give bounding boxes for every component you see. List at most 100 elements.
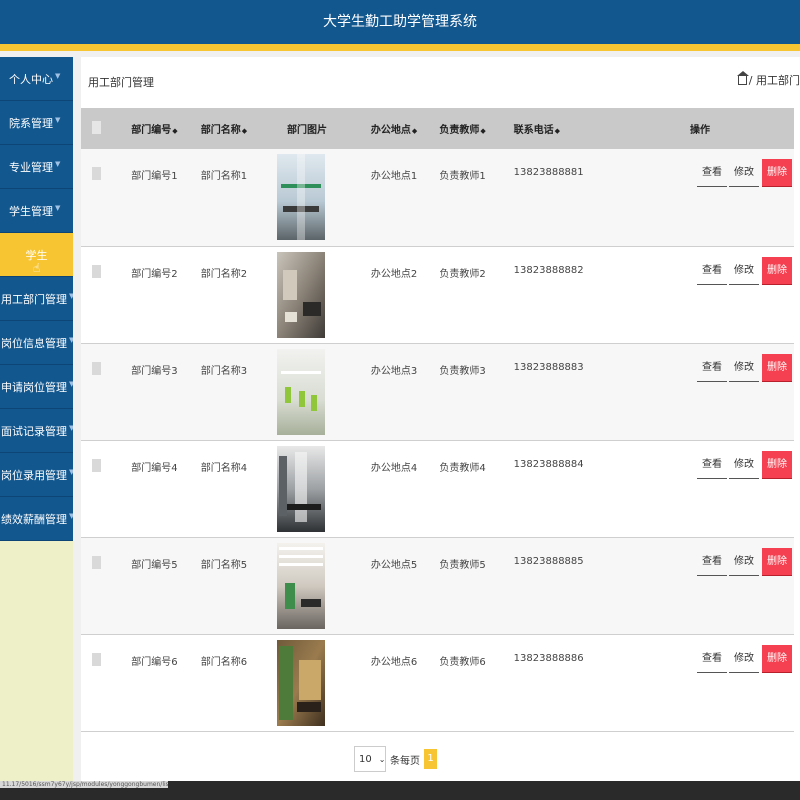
- main-content: 用工部门管理 / 用工部门 部门编号◆ 部门名称◆ 部门图片 办公地点◆ 负责教…: [81, 57, 800, 782]
- sort-icon[interactable]: ◆: [412, 127, 417, 135]
- header-teacher[interactable]: 负责教师◆: [439, 108, 513, 149]
- delete-button[interactable]: 删除: [762, 353, 792, 382]
- cell-teacher: 负责教师4: [439, 462, 486, 474]
- sidebar-item-label: 院系管理: [9, 116, 53, 130]
- delete-button[interactable]: 删除: [762, 644, 792, 673]
- sidebar-item-student[interactable]: 学生 ☝: [0, 233, 73, 277]
- caret-down-icon: ▼: [69, 468, 73, 476]
- row-checkbox[interactable]: [92, 361, 101, 375]
- edit-button[interactable]: 修改: [729, 451, 759, 479]
- cell-ops: 查看 修改 删除: [613, 537, 794, 634]
- page-title: 用工部门管理: [88, 76, 154, 89]
- sidebar-item-job-application[interactable]: 申请岗位管理▼: [0, 365, 73, 409]
- caret-down-icon: ▼: [69, 380, 73, 388]
- cell-dept-name: 部门名称3: [200, 365, 248, 377]
- view-button[interactable]: 查看: [697, 257, 727, 285]
- cell-ops: 查看 修改 删除: [613, 634, 794, 731]
- caret-down-icon: ▼: [69, 424, 73, 432]
- table-row: 部门编号5 部门名称5 办公地点5 负责教师5 13823888885 查看 修改 删除: [81, 537, 794, 634]
- app-title: 大学生勤工助学管理系统: [323, 14, 477, 30]
- delete-button[interactable]: 删除: [762, 256, 792, 285]
- edit-button[interactable]: 修改: [729, 257, 759, 285]
- status-url: 11.17/5016/ssm7y67y/jsp/modules/yonggong…: [0, 781, 168, 788]
- view-button[interactable]: 查看: [697, 645, 727, 673]
- sort-icon[interactable]: ◆: [242, 127, 247, 135]
- header-ops: 操作: [613, 108, 794, 149]
- cell-ops: 查看 修改 删除: [613, 440, 794, 537]
- view-button[interactable]: 查看: [697, 159, 727, 187]
- edit-button[interactable]: 修改: [729, 159, 759, 187]
- table-row: 部门编号3 部门名称3 办公地点3 负责教师3 13823888883 查看 修改 删除: [81, 343, 794, 440]
- row-select-cell: [81, 634, 131, 731]
- row-checkbox[interactable]: [92, 264, 101, 278]
- sidebar-item-label: 学生管理: [9, 204, 53, 218]
- sidebar-item-label: 面试记录管理: [1, 424, 67, 438]
- delete-button[interactable]: 删除: [762, 450, 792, 479]
- cell-phone: 13823888882: [513, 264, 584, 276]
- row-checkbox[interactable]: [92, 652, 101, 666]
- cell-dept-id: 部门编号3: [131, 365, 178, 377]
- home-icon[interactable]: [736, 71, 749, 85]
- delete-button[interactable]: 删除: [762, 159, 792, 187]
- header-label: 部门图片: [286, 125, 327, 136]
- sort-icon[interactable]: ◆: [480, 127, 485, 135]
- table-row: 部门编号4 部门名称4 办公地点4 负责教师4 13823888884 查看 修改 删除: [81, 440, 794, 537]
- row-checkbox[interactable]: [92, 555, 101, 569]
- department-photo: [276, 348, 325, 435]
- caret-down-icon: ▼: [69, 292, 73, 300]
- sidebar-item-department[interactable]: 院系管理 ▼: [0, 101, 73, 145]
- sidebar-item-job-info[interactable]: 岗位信息管理▼: [0, 321, 73, 365]
- cell-dept-name: 部门名称1: [200, 171, 248, 182]
- cell-office: 办公地点1: [370, 171, 418, 182]
- header-select-all[interactable]: [81, 108, 131, 149]
- delete-button[interactable]: 删除: [762, 547, 792, 576]
- header-dept-image: 部门图片: [277, 108, 371, 149]
- header-phone[interactable]: 联系电话◆: [514, 108, 613, 149]
- header-label: 部门编号: [131, 125, 172, 136]
- select-all-checkbox[interactable]: [92, 120, 101, 134]
- view-button[interactable]: 查看: [697, 451, 727, 479]
- sidebar-item-student-management[interactable]: 学生管理 ▼: [0, 189, 73, 233]
- page-number-current[interactable]: 1: [424, 749, 437, 769]
- per-page-label: 条每页: [390, 755, 420, 767]
- page-size-select[interactable]: 10 ⌄: [354, 746, 386, 772]
- row-select-cell: [81, 343, 131, 440]
- sidebar-item-job-hiring[interactable]: 岗位录用管理▼: [0, 453, 73, 497]
- sidebar-item-personal-center[interactable]: 个人中心 ▼: [0, 57, 73, 101]
- edit-button[interactable]: 修改: [729, 354, 759, 382]
- table-row: 部门编号2 部门名称2 办公地点2 负责教师2 13823888882 查看 修改 删除: [81, 246, 794, 343]
- caret-down-icon: ▼: [55, 159, 61, 168]
- cell-phone: 13823888883: [513, 361, 584, 373]
- header-dept-id[interactable]: 部门编号◆: [131, 108, 200, 149]
- cell-dept-id: 部门编号5: [131, 559, 178, 571]
- sidebar-item-employer-dept[interactable]: 用工部门管理▼: [0, 277, 73, 321]
- sort-icon[interactable]: ◆: [555, 127, 560, 135]
- header-label: 操作: [690, 125, 710, 136]
- sidebar-item-interview-record[interactable]: 面试记录管理▼: [0, 409, 73, 453]
- cell-dept-image: [276, 246, 371, 343]
- top-header: 大学生勤工助学管理系统: [0, 0, 800, 44]
- cell-dept-image: [276, 149, 371, 246]
- row-checkbox[interactable]: [92, 458, 101, 472]
- cell-dept-image: [276, 537, 371, 634]
- sidebar-item-label: 申请岗位管理: [1, 380, 67, 394]
- sidebar-item-label: 专业管理: [9, 160, 53, 174]
- row-select-cell: [81, 440, 131, 537]
- view-button[interactable]: 查看: [697, 354, 727, 382]
- view-button[interactable]: 查看: [697, 548, 727, 576]
- sidebar-item-major[interactable]: 专业管理 ▼: [0, 145, 73, 189]
- sidebar-item-performance-salary[interactable]: 绩效薪酬管理▼: [0, 497, 73, 541]
- department-photo: [276, 445, 325, 532]
- header-dept-name[interactable]: 部门名称◆: [201, 108, 277, 149]
- cell-ops: 查看 修改 删除: [613, 149, 794, 246]
- sort-icon[interactable]: ◆: [172, 127, 177, 135]
- header-office[interactable]: 办公地点◆: [371, 108, 439, 149]
- edit-button[interactable]: 修改: [729, 548, 759, 576]
- table-row: 部门编号6 部门名称6 办公地点6 负责教师6 13823888886 查看 修改 删除: [81, 634, 794, 731]
- cell-phone: 13823888886: [513, 652, 584, 664]
- cell-dept-name: 部门名称6: [200, 656, 248, 668]
- edit-button[interactable]: 修改: [729, 645, 759, 673]
- table-body: 部门编号1 部门名称1 办公地点1 负责教师1 13823888881 查看 修改 删除 部门编…: [81, 149, 794, 731]
- row-checkbox[interactable]: [92, 167, 101, 180]
- department-photo: [276, 639, 325, 726]
